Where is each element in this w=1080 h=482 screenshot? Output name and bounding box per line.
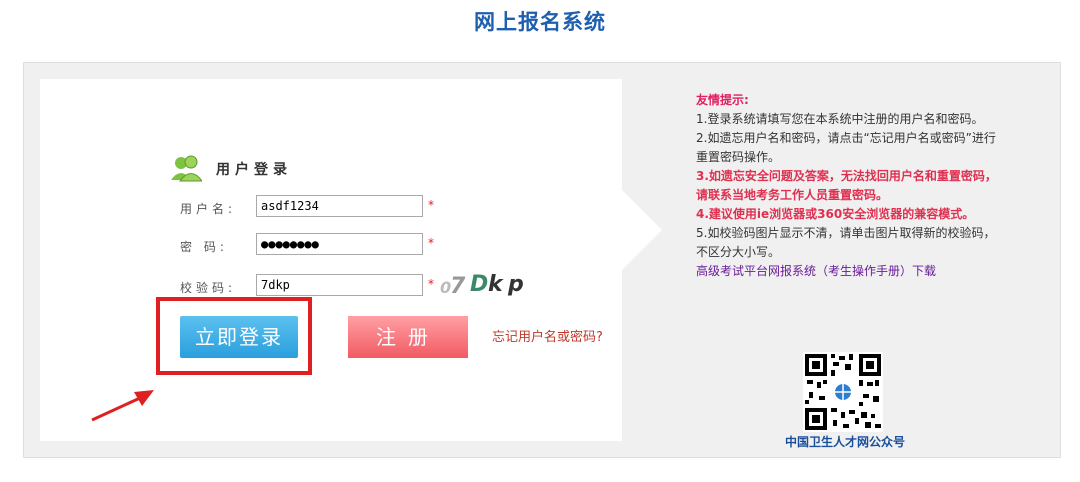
captcha-input[interactable] (256, 274, 423, 296)
tip-item: 1.登录系统请填写您在本系统中注册的用户名和密码。 (696, 112, 984, 126)
tip-item: 5.如校验码图片显示不清，请单击图片取得新的校验码，不区分大小写。 (696, 226, 996, 259)
captcha-char: D (470, 272, 489, 297)
tip-item-highlighted: 3.如遗忘安全问题及答案，无法找回用户名和重置密码，请联系当地考务工作人员重置密… (696, 169, 997, 202)
panel-pointer (622, 190, 662, 270)
tip-item-highlighted: 4.建议使用ie浏览器或360安全浏览器的兼容模式。 (696, 207, 975, 221)
tip-item: 2.如遗忘用户名和密码，请点击“忘记用户名或密码”进行重置密码操作。 (696, 131, 996, 164)
username-required-mark: * (428, 198, 434, 212)
captcha-image[interactable]: 0 7 D k p (440, 270, 530, 304)
captcha-char: k (488, 272, 503, 297)
password-label: 密 码: (180, 240, 228, 254)
login-header: 用户登录 (170, 152, 292, 186)
page-title: 网上报名系统 (474, 9, 606, 34)
login-heading: 用户登录 (216, 162, 292, 178)
qr-code-icon (803, 352, 883, 432)
captcha-char: p (508, 272, 524, 297)
password-required-mark: * (428, 236, 434, 250)
username-input[interactable] (256, 195, 423, 217)
tips-panel: 友情提示: 1.登录系统请填写您在本系统中注册的用户名和密码。 2.如遗忘用户名… (696, 91, 1006, 281)
forgot-credentials-link[interactable]: 忘记用户名或密码? (492, 326, 603, 345)
manual-download-link[interactable]: 高级考试平台网报系统（考生操作手册）下载 (696, 262, 1006, 281)
username-label: 用户名: (180, 202, 237, 216)
login-button[interactable]: 立即登录 (180, 316, 298, 358)
captcha-char: 7 (450, 274, 466, 299)
users-icon (170, 153, 203, 185)
red-arrow-icon (91, 390, 154, 422)
password-input[interactable] (256, 233, 423, 255)
tips-title: 友情提示: (696, 93, 749, 107)
qr-caption: 中国卫生人才网公众号 (784, 435, 905, 449)
register-button[interactable]: 注册 (348, 316, 468, 358)
captcha-label: 校验码: (180, 281, 237, 295)
captcha-required-mark: * (428, 277, 434, 291)
